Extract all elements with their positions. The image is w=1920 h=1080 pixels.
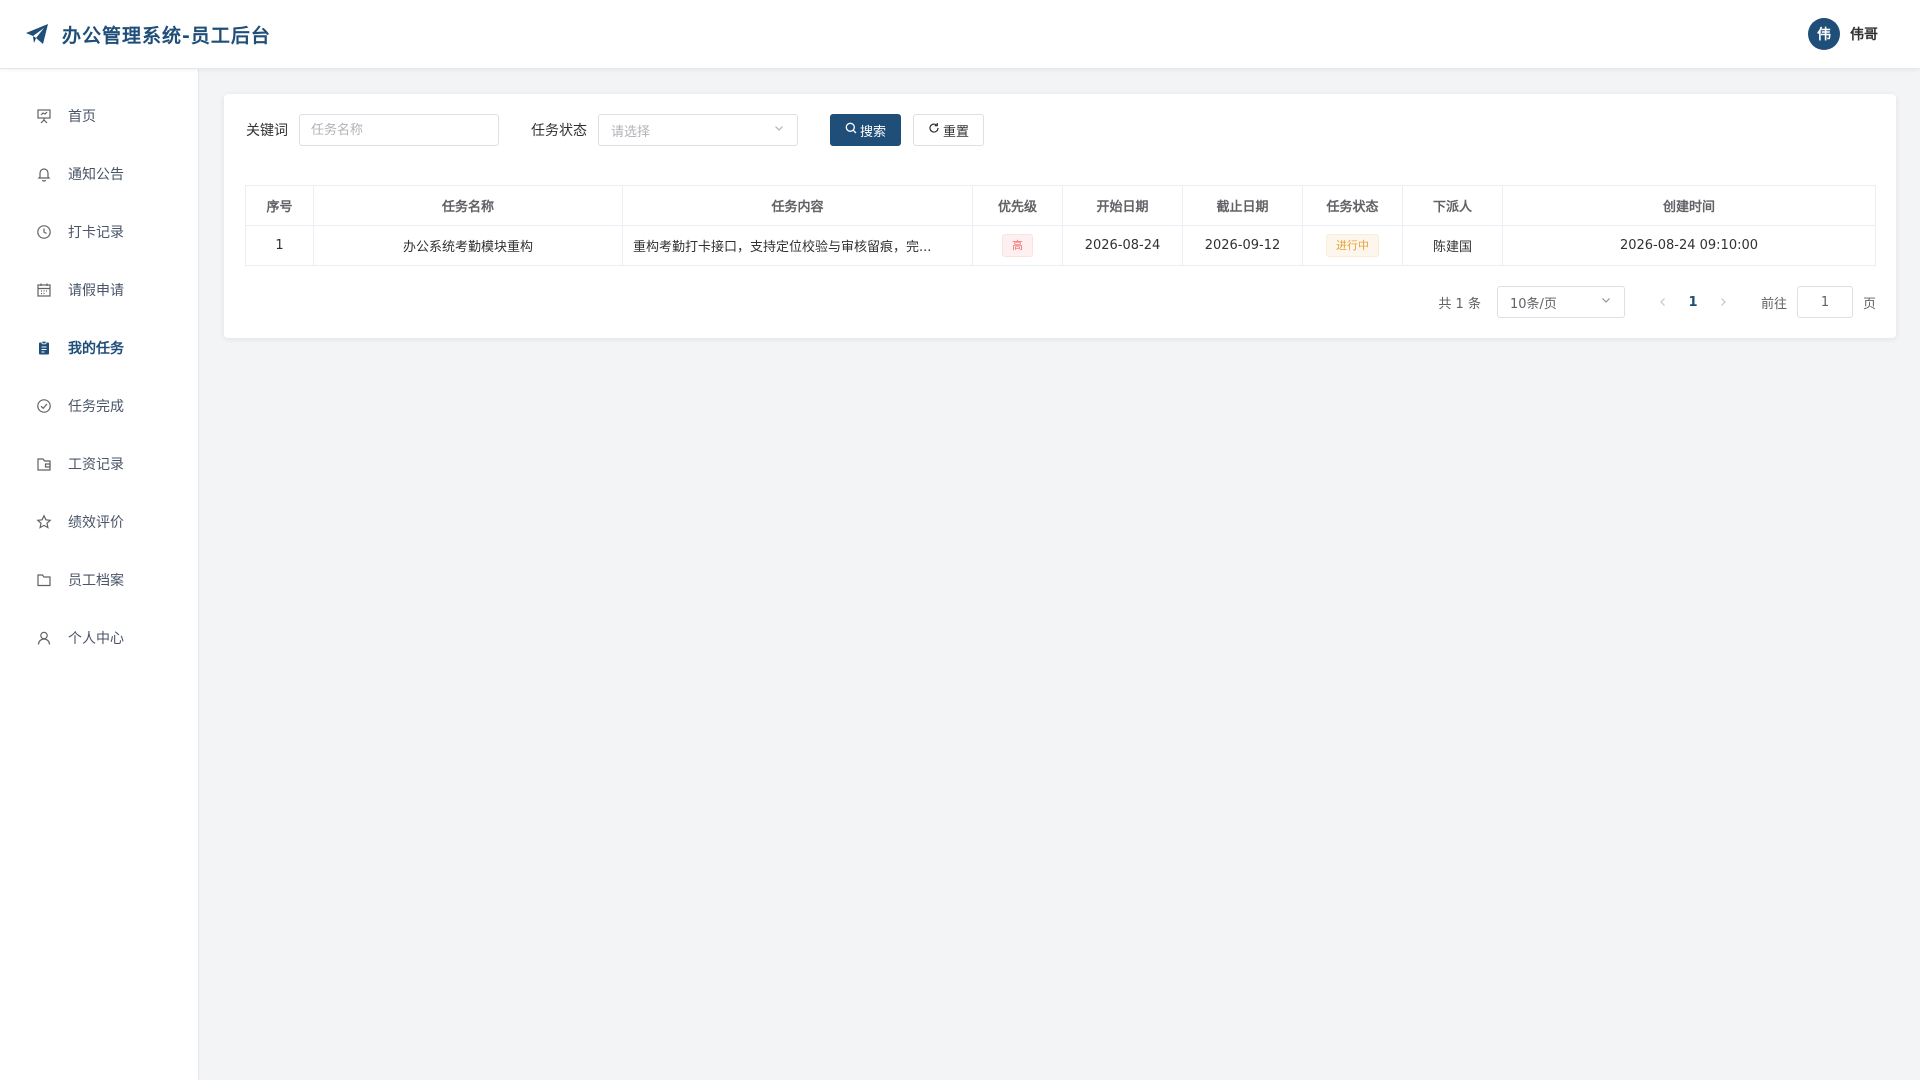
user-menu[interactable]: 伟 伟哥 — [1808, 18, 1878, 50]
page-size-value: 10条/页 — [1509, 296, 1557, 312]
sidebar-item-label: 首页 — [68, 109, 96, 125]
task-list-card: 关键词 任务状态 请选择 搜索 重置 — [224, 94, 1896, 338]
sidebar-item-performance[interactable]: 绩效评价 — [0, 493, 198, 551]
col-header-status: 任务状态 — [1302, 185, 1403, 226]
search-icon — [845, 122, 860, 138]
col-header-start-date: 开始日期 — [1062, 185, 1183, 226]
sidebar-item-label: 绩效评价 — [68, 515, 124, 531]
calendar-icon — [34, 280, 54, 300]
task-table: 序号 任务名称 任务内容 优先级 开始日期 截止日期 任务状态 下派人 创建时间… — [245, 185, 1876, 266]
cell-status: 进行中 — [1302, 225, 1403, 266]
sidebar-item-label: 请假申请 — [68, 283, 124, 299]
star-icon — [34, 512, 54, 532]
status-select[interactable]: 请选择 — [598, 114, 798, 146]
sidebar-item-profile[interactable]: 个人中心 — [0, 609, 198, 667]
clock-icon — [34, 222, 54, 242]
goto-label: 前往 — [1760, 296, 1787, 312]
filter-bar: 关键词 任务状态 请选择 搜索 重置 — [246, 114, 985, 146]
goto-page-input[interactable] — [1796, 286, 1853, 318]
app-title: 办公管理系统-员工后台 — [62, 24, 271, 47]
search-button[interactable]: 搜索 — [830, 114, 902, 146]
pagination: 共 1 条 10条/页 1 前往 页 — [1438, 286, 1876, 318]
sidebar-item-attendance[interactable]: 打卡记录 — [0, 203, 198, 261]
sidebar-item-label: 通知公告 — [68, 167, 124, 183]
paper-plane-icon — [24, 21, 50, 47]
reset-button-label: 重置 — [943, 124, 970, 140]
chevron-down-icon — [1600, 294, 1612, 310]
keyword-label: 关键词 — [246, 123, 288, 139]
sidebar-item-label: 个人中心 — [68, 631, 124, 647]
sidebar-item-label: 工资记录 — [68, 457, 124, 473]
clipboard-icon — [34, 338, 54, 358]
avatar[interactable]: 伟 — [1808, 18, 1840, 50]
top-header: 办公管理系统-员工后台 伟 伟哥 — [0, 0, 1920, 69]
search-button-label: 搜索 — [860, 124, 887, 140]
sidebar-item-leave[interactable]: 请假申请 — [0, 261, 198, 319]
sidebar-item-archive[interactable]: 员工档案 — [0, 551, 198, 609]
cell-start-date: 2026-08-24 — [1062, 225, 1183, 266]
status-select-placeholder: 请选择 — [611, 124, 651, 140]
sidebar-item-home[interactable]: 首页 — [0, 87, 198, 145]
bell-icon — [34, 164, 54, 184]
cell-name: 办公系统考勤模块重构 — [313, 225, 623, 266]
sidebar-item-notices[interactable]: 通知公告 — [0, 145, 198, 203]
cell-index: 1 — [245, 225, 314, 266]
presentation-icon — [34, 106, 54, 126]
col-header-name: 任务名称 — [313, 185, 623, 226]
wallet-icon — [34, 454, 54, 474]
user-name[interactable]: 伟哥 — [1850, 24, 1878, 44]
sidebar-item-task-complete[interactable]: 任务完成 — [0, 377, 198, 435]
check-circle-icon — [34, 396, 54, 416]
sidebar-item-label: 任务完成 — [68, 399, 124, 415]
status-badge: 进行中 — [1326, 234, 1379, 257]
status-label: 任务状态 — [531, 123, 587, 139]
col-header-end-date: 截止日期 — [1182, 185, 1303, 226]
cell-priority: 高 — [972, 225, 1063, 266]
sidebar-item-label: 打卡记录 — [68, 225, 124, 241]
next-page-button[interactable] — [1709, 288, 1737, 316]
prev-page-button[interactable] — [1649, 288, 1677, 316]
reset-button[interactable]: 重置 — [913, 114, 985, 146]
refresh-icon — [928, 122, 943, 138]
chevron-down-icon — [773, 122, 785, 138]
priority-tag: 高 — [1002, 234, 1033, 257]
col-header-priority: 优先级 — [972, 185, 1063, 226]
table-header-row: 序号 任务名称 任务内容 优先级 开始日期 截止日期 任务状态 下派人 创建时间 — [245, 185, 1876, 226]
cell-created-at: 2026-08-24 09:10:00 — [1502, 225, 1876, 266]
sidebar: 首页 通知公告 打卡记录 请假申请 我的任务 任务完成 工资记录 绩效评价 员工… — [0, 69, 199, 1080]
cell-assigner: 陈建国 — [1402, 225, 1503, 266]
col-header-index: 序号 — [245, 185, 314, 226]
pagination-total: 共 1 条 — [1438, 296, 1481, 312]
table-row[interactable]: 1 办公系统考勤模块重构 重构考勤打卡接口，支持定位校验与审核留痕，完... 高… — [245, 225, 1876, 266]
keyword-input[interactable] — [299, 114, 499, 146]
col-header-created-at: 创建时间 — [1502, 185, 1876, 226]
col-header-content: 任务内容 — [622, 185, 973, 226]
cell-content: 重构考勤打卡接口，支持定位校验与审核留痕，完... — [622, 225, 973, 266]
folder-icon — [34, 570, 54, 590]
sidebar-item-salary[interactable]: 工资记录 — [0, 435, 198, 493]
cell-end-date: 2026-09-12 — [1182, 225, 1303, 266]
sidebar-item-label: 我的任务 — [68, 341, 124, 357]
page-size-select[interactable]: 10条/页 — [1496, 286, 1625, 318]
user-icon — [34, 628, 54, 648]
page-suffix-label: 页 — [1862, 296, 1876, 312]
col-header-assigner: 下派人 — [1402, 185, 1503, 226]
sidebar-item-my-tasks[interactable]: 我的任务 — [0, 319, 198, 377]
page-number-current[interactable]: 1 — [1677, 288, 1709, 316]
sidebar-item-label: 员工档案 — [68, 573, 124, 589]
